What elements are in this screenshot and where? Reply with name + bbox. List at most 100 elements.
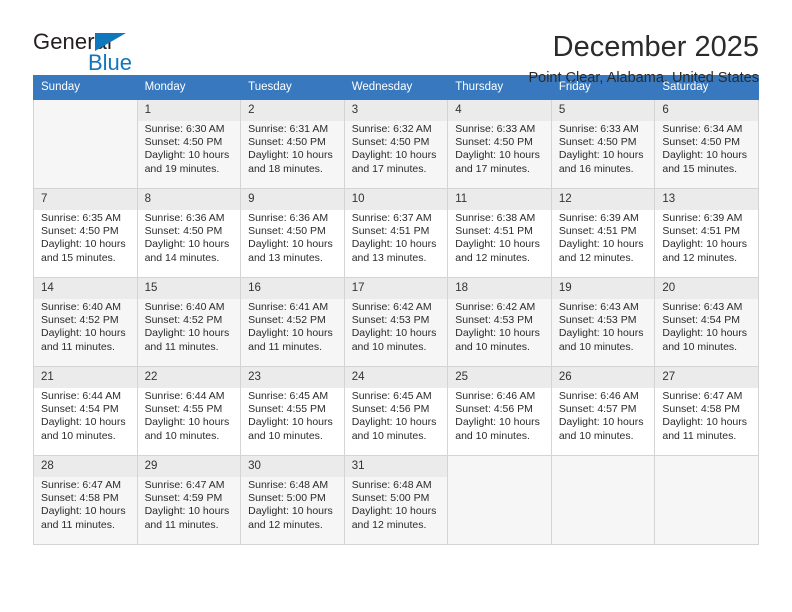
calendar-week-row: 14 Sunrise: 6:40 AM Sunset: 4:52 PM Dayligh… [33, 277, 759, 367]
daylight-text-line2: and 12 minutes. [662, 251, 738, 264]
calendar-day-cell[interactable]: 27 Sunrise: 6:47 AM Sunset: 4:58 PM Dayligh… [654, 366, 759, 456]
calendar-day-cell[interactable]: 8 Sunrise: 6:36 AM Sunset: 4:50 PM Daylight… [136, 188, 242, 278]
day-details: Sunrise: 6:39 AM Sunset: 4:51 PM Daylight:… [655, 210, 758, 265]
sunrise-text: Sunrise: 6:30 AM [144, 123, 225, 135]
sunrise-text: Sunrise: 6:48 AM [351, 479, 432, 491]
calendar-day-cell[interactable]: 6 Sunrise: 6:34 AM Sunset: 4:50 PM Daylight… [654, 99, 759, 189]
daylight-text-line1: Daylight: 10 hours [248, 238, 333, 251]
day-number: 10 [344, 189, 448, 210]
sunrise-text: Sunrise: 6:37 AM [351, 212, 432, 224]
day-number: 17 [344, 278, 448, 299]
day-details: Sunrise: 6:40 AM Sunset: 4:52 PM Daylight:… [138, 299, 241, 354]
day-number: 15 [137, 278, 241, 299]
daylight-text-line1: Daylight: 10 hours [248, 327, 333, 340]
calendar-day-cell[interactable]: 20 Sunrise: 6:43 AM Sunset: 4:54 PM Dayligh… [654, 277, 759, 367]
daylight-text-line2: and 11 minutes. [662, 429, 737, 442]
calendar-day-cell[interactable]: 23 Sunrise: 6:45 AM Sunset: 4:55 PM Dayligh… [240, 366, 345, 456]
calendar-day-cell[interactable]: 10 Sunrise: 6:37 AM Sunset: 4:51 PM Dayligh… [343, 188, 449, 278]
calendar-day-cell[interactable]: 19 Sunrise: 6:43 AM Sunset: 4:53 PM Dayligh… [550, 277, 656, 367]
calendar-day-cell[interactable]: 31 Sunrise: 6:48 AM Sunset: 5:00 PM Dayligh… [343, 455, 449, 545]
day-details: Sunrise: 6:44 AM Sunset: 4:54 PM Daylight:… [34, 388, 137, 443]
calendar-day-cell[interactable]: 21 Sunrise: 6:44 AM Sunset: 4:54 PM Dayligh… [33, 366, 138, 456]
sunrise-text: Sunrise: 6:44 AM [144, 390, 225, 402]
daylight-text-line1: Daylight: 10 hours [455, 327, 540, 340]
day-number: 22 [137, 367, 241, 388]
daylight-text-line1: Daylight: 10 hours [41, 238, 126, 251]
sunset-text: Sunset: 4:52 PM [248, 314, 326, 327]
calendar-day-cell[interactable]: 22 Sunrise: 6:44 AM Sunset: 4:55 PM Dayligh… [136, 366, 242, 456]
calendar-day-cell[interactable]: 7 Sunrise: 6:35 AM Sunset: 4:50 PM Daylight… [33, 188, 138, 278]
calendar-day-cell[interactable]: 16 Sunrise: 6:41 AM Sunset: 4:52 PM Dayligh… [240, 277, 345, 367]
calendar-day-cell[interactable]: 29 Sunrise: 6:47 AM Sunset: 4:59 PM Dayligh… [136, 455, 242, 545]
calendar-day-cell[interactable]: 12 Sunrise: 6:39 AM Sunset: 4:51 PM Dayligh… [550, 188, 656, 278]
day-number: 19 [551, 278, 655, 299]
calendar-day-cell[interactable]: 30 Sunrise: 6:48 AM Sunset: 5:00 PM Dayligh… [240, 455, 345, 545]
day-details: Sunrise: 6:32 AM Sunset: 4:50 PM Daylight:… [345, 121, 448, 176]
calendar-day-cell[interactable]: 4 Sunrise: 6:33 AM Sunset: 4:50 PM Daylight… [447, 99, 552, 189]
day-details: Sunrise: 6:41 AM Sunset: 4:52 PM Daylight:… [241, 299, 344, 354]
daylight-text-line1: Daylight: 10 hours [455, 416, 540, 429]
daylight-text-line1: Daylight: 10 hours [248, 149, 333, 162]
calendar-day-cell[interactable]: 2 Sunrise: 6:31 AM Sunset: 4:50 PM Daylight… [240, 99, 345, 189]
sunset-text: Sunset: 4:52 PM [41, 314, 119, 327]
day-details: Sunrise: 6:46 AM Sunset: 4:57 PM Daylight:… [552, 388, 655, 443]
calendar-day-cell[interactable]: 11 Sunrise: 6:38 AM Sunset: 4:51 PM Dayligh… [447, 188, 552, 278]
day-number: 26 [551, 367, 655, 388]
day-details: Sunrise: 6:38 AM Sunset: 4:51 PM Daylight:… [448, 210, 551, 265]
sunset-text: Sunset: 4:50 PM [558, 136, 637, 149]
daylight-text-line2: and 10 minutes. [248, 429, 323, 442]
sunrise-text: Sunrise: 6:33 AM [455, 123, 536, 135]
sunrise-text: Sunrise: 6:47 AM [662, 390, 743, 402]
day-number: 16 [241, 278, 344, 299]
calendar-day-cell[interactable]: 1 Sunrise: 6:30 AM Sunset: 4:50 PM Daylight… [136, 99, 242, 189]
calendar-day-cell[interactable]: 5 Sunrise: 6:33 AM Sunset: 4:50 PM Daylight… [550, 99, 656, 189]
daylight-text-line1: Daylight: 10 hours [248, 505, 333, 518]
calendar-day-cell[interactable]: 3 Sunrise: 6:32 AM Sunset: 4:50 PM Daylight… [343, 99, 449, 189]
calendar-cell-empty [447, 455, 552, 545]
sunset-text: Sunset: 4:58 PM [662, 403, 741, 416]
calendar-day-cell[interactable]: 9 Sunrise: 6:36 AM Sunset: 4:50 PM Daylight… [240, 188, 345, 278]
calendar-day-cell[interactable]: 17 Sunrise: 6:42 AM Sunset: 4:53 PM Dayligh… [343, 277, 449, 367]
calendar-day-cell[interactable]: 13 Sunrise: 6:39 AM Sunset: 4:51 PM Dayligh… [654, 188, 759, 278]
daylight-text-line2: and 10 minutes. [41, 429, 116, 442]
sunrise-text: Sunrise: 6:36 AM [144, 212, 225, 224]
calendar-day-cell[interactable]: 25 Sunrise: 6:46 AM Sunset: 4:56 PM Dayligh… [447, 366, 552, 456]
day-details: Sunrise: 6:45 AM Sunset: 4:56 PM Daylight:… [345, 388, 448, 443]
calendar-day-cell[interactable]: 15 Sunrise: 6:40 AM Sunset: 4:52 PM Dayligh… [136, 277, 242, 367]
daylight-text-line2: and 13 minutes. [248, 251, 323, 264]
day-details: Sunrise: 6:43 AM Sunset: 4:53 PM Daylight:… [552, 299, 655, 354]
calendar-day-cell[interactable]: 18 Sunrise: 6:42 AM Sunset: 4:53 PM Dayligh… [447, 277, 552, 367]
sunset-text: Sunset: 4:55 PM [144, 403, 223, 416]
day-details: Sunrise: 6:33 AM Sunset: 4:50 PM Daylight:… [552, 121, 655, 176]
sunset-text: Sunset: 4:50 PM [41, 225, 119, 238]
sunset-text: Sunset: 5:00 PM [248, 492, 326, 505]
daylight-text-line2: and 13 minutes. [351, 251, 427, 264]
sunset-text: Sunset: 4:51 PM [558, 225, 637, 238]
sunset-text: Sunset: 4:50 PM [351, 136, 430, 149]
day-number: 30 [241, 456, 344, 477]
general-blue-logo[interactable]: General Blue [33, 30, 153, 78]
weekday-header-sunday: Sunday [33, 75, 138, 100]
daylight-text-line1: Daylight: 10 hours [248, 416, 333, 429]
day-number: 13 [655, 189, 758, 210]
sunset-text: Sunset: 4:58 PM [41, 492, 119, 505]
sunset-text: Sunset: 4:50 PM [144, 136, 223, 149]
sunrise-text: Sunrise: 6:48 AM [248, 479, 329, 491]
sunset-text: Sunset: 4:59 PM [144, 492, 223, 505]
sunrise-text: Sunrise: 6:39 AM [662, 212, 743, 224]
day-details: Sunrise: 6:36 AM Sunset: 4:50 PM Daylight:… [138, 210, 241, 265]
calendar-day-cell[interactable]: 24 Sunrise: 6:45 AM Sunset: 4:56 PM Dayligh… [343, 366, 449, 456]
calendar-page: General Blue December 2025 Point Clear, … [0, 0, 792, 612]
sunrise-text: Sunrise: 6:45 AM [351, 390, 432, 402]
day-details: Sunrise: 6:39 AM Sunset: 4:51 PM Daylight:… [552, 210, 655, 265]
sunset-text: Sunset: 4:51 PM [662, 225, 741, 238]
day-details: Sunrise: 6:47 AM Sunset: 4:59 PM Daylight:… [138, 477, 241, 532]
day-details: Sunrise: 6:47 AM Sunset: 4:58 PM Daylight:… [655, 388, 758, 443]
calendar-day-cell[interactable]: 14 Sunrise: 6:40 AM Sunset: 4:52 PM Dayligh… [33, 277, 138, 367]
daylight-text-line1: Daylight: 10 hours [558, 327, 644, 340]
daylight-text-line1: Daylight: 10 hours [455, 149, 540, 162]
calendar-day-cell[interactable]: 26 Sunrise: 6:46 AM Sunset: 4:57 PM Dayligh… [550, 366, 656, 456]
calendar-day-cell[interactable]: 28 Sunrise: 6:47 AM Sunset: 4:58 PM Dayligh… [33, 455, 138, 545]
day-number: 18 [448, 278, 551, 299]
daylight-text-line1: Daylight: 10 hours [662, 238, 748, 251]
